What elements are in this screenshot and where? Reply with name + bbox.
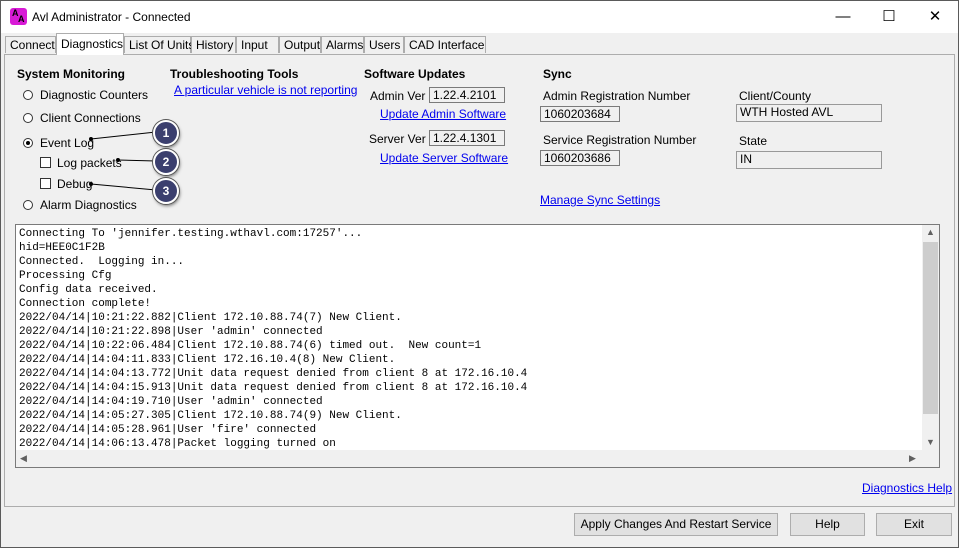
log-line: 2022/04/14|10:21:22.898|User 'admin' con…: [19, 326, 323, 338]
log-line: 2022/04/14|14:05:28.961|User 'fire' conn…: [19, 424, 317, 436]
log-line: Processing Cfg: [19, 270, 112, 282]
log-line: Connected. Logging in...: [19, 256, 185, 268]
exit-button[interactable]: Exit: [876, 513, 952, 536]
log-line: 2022/04/14|14:04:11.833|Client 172.16.10…: [19, 354, 396, 366]
update-server-link[interactable]: Update Server Software: [380, 151, 508, 165]
event-log-text: Connecting To 'jennifer.testing.wthavl.c…: [19, 227, 527, 451]
client-county-label: Client/County: [739, 89, 812, 103]
apply-restart-button[interactable]: Apply Changes And Restart Service: [574, 513, 778, 536]
log-line: 2022/04/14|14:06:13.478|Packet logging t…: [19, 438, 336, 450]
scroll-left-icon[interactable]: ◀: [20, 453, 27, 464]
server-ver-field: 1.22.4.1301: [429, 130, 505, 146]
log-line: 2022/04/14|10:22:06.484|Client 172.10.88…: [19, 340, 482, 352]
app-window: AA Avl Administrator - Connected — ☐ ✕ C…: [0, 0, 959, 548]
log-line: hid=HEE0C1F2B: [19, 242, 105, 254]
help-button[interactable]: Help: [790, 513, 865, 536]
horizontal-scrollbar[interactable]: ◀ ▶: [16, 450, 922, 467]
bottom-button-bar: Apply Changes And Restart Service Help E…: [1, 507, 958, 547]
log-line: Connecting To 'jennifer.testing.wthavl.c…: [19, 228, 363, 240]
event-log-textbox[interactable]: Connecting To 'jennifer.testing.wthavl.c…: [15, 224, 940, 468]
callout-1: 1: [153, 120, 179, 146]
callout-3: 3: [153, 178, 179, 204]
admin-ver-label: Admin Ver: [370, 89, 426, 103]
software-updates-heading: Software Updates: [364, 67, 466, 81]
scroll-thumb[interactable]: [923, 242, 938, 414]
diagnostics-help-link[interactable]: Diagnostics Help: [862, 481, 952, 495]
sync-heading: Sync: [543, 67, 572, 81]
callout-2: 2: [153, 149, 179, 175]
vehicle-not-reporting-link[interactable]: A particular vehicle is not reporting: [174, 83, 357, 97]
scroll-up-icon[interactable]: ▲: [926, 227, 935, 237]
update-admin-link[interactable]: Update Admin Software: [380, 107, 506, 121]
service-reg-field: 1060203686: [540, 150, 620, 166]
tab-diagnostics[interactable]: Diagnostics: [56, 33, 124, 55]
scroll-right-icon[interactable]: ▶: [909, 453, 916, 464]
service-reg-label: Service Registration Number: [543, 133, 697, 147]
log-line: 2022/04/14|14:04:13.772|Unit data reques…: [19, 368, 528, 380]
state-label: State: [739, 134, 768, 148]
scroll-down-icon[interactable]: ▼: [926, 437, 935, 447]
log-line: Config data received.: [19, 284, 158, 296]
log-line: 2022/04/14|10:21:22.882|Client 172.10.88…: [19, 312, 402, 324]
client-county-field: WTH Hosted AVL: [736, 104, 882, 122]
manage-sync-link[interactable]: Manage Sync Settings: [540, 193, 660, 207]
vertical-scrollbar[interactable]: ▲ ▼: [922, 225, 939, 451]
admin-reg-field: 1060203684: [540, 106, 620, 122]
troubleshooting-heading: Troubleshooting Tools: [170, 67, 299, 81]
log-line: 2022/04/14|14:04:15.913|Unit data reques…: [19, 382, 528, 394]
log-line: Connection complete!: [19, 298, 152, 310]
log-line: 2022/04/14|14:05:27.305|Client 172.10.88…: [19, 410, 402, 422]
server-ver-label: Server Ver: [369, 132, 426, 146]
state-field: IN: [736, 151, 882, 169]
log-line: 2022/04/14|14:04:19.710|User 'admin' con…: [19, 396, 323, 408]
scroll-corner: [922, 450, 939, 467]
admin-reg-label: Admin Registration Number: [543, 89, 691, 103]
admin-ver-field: 1.22.4.2101: [429, 87, 505, 103]
